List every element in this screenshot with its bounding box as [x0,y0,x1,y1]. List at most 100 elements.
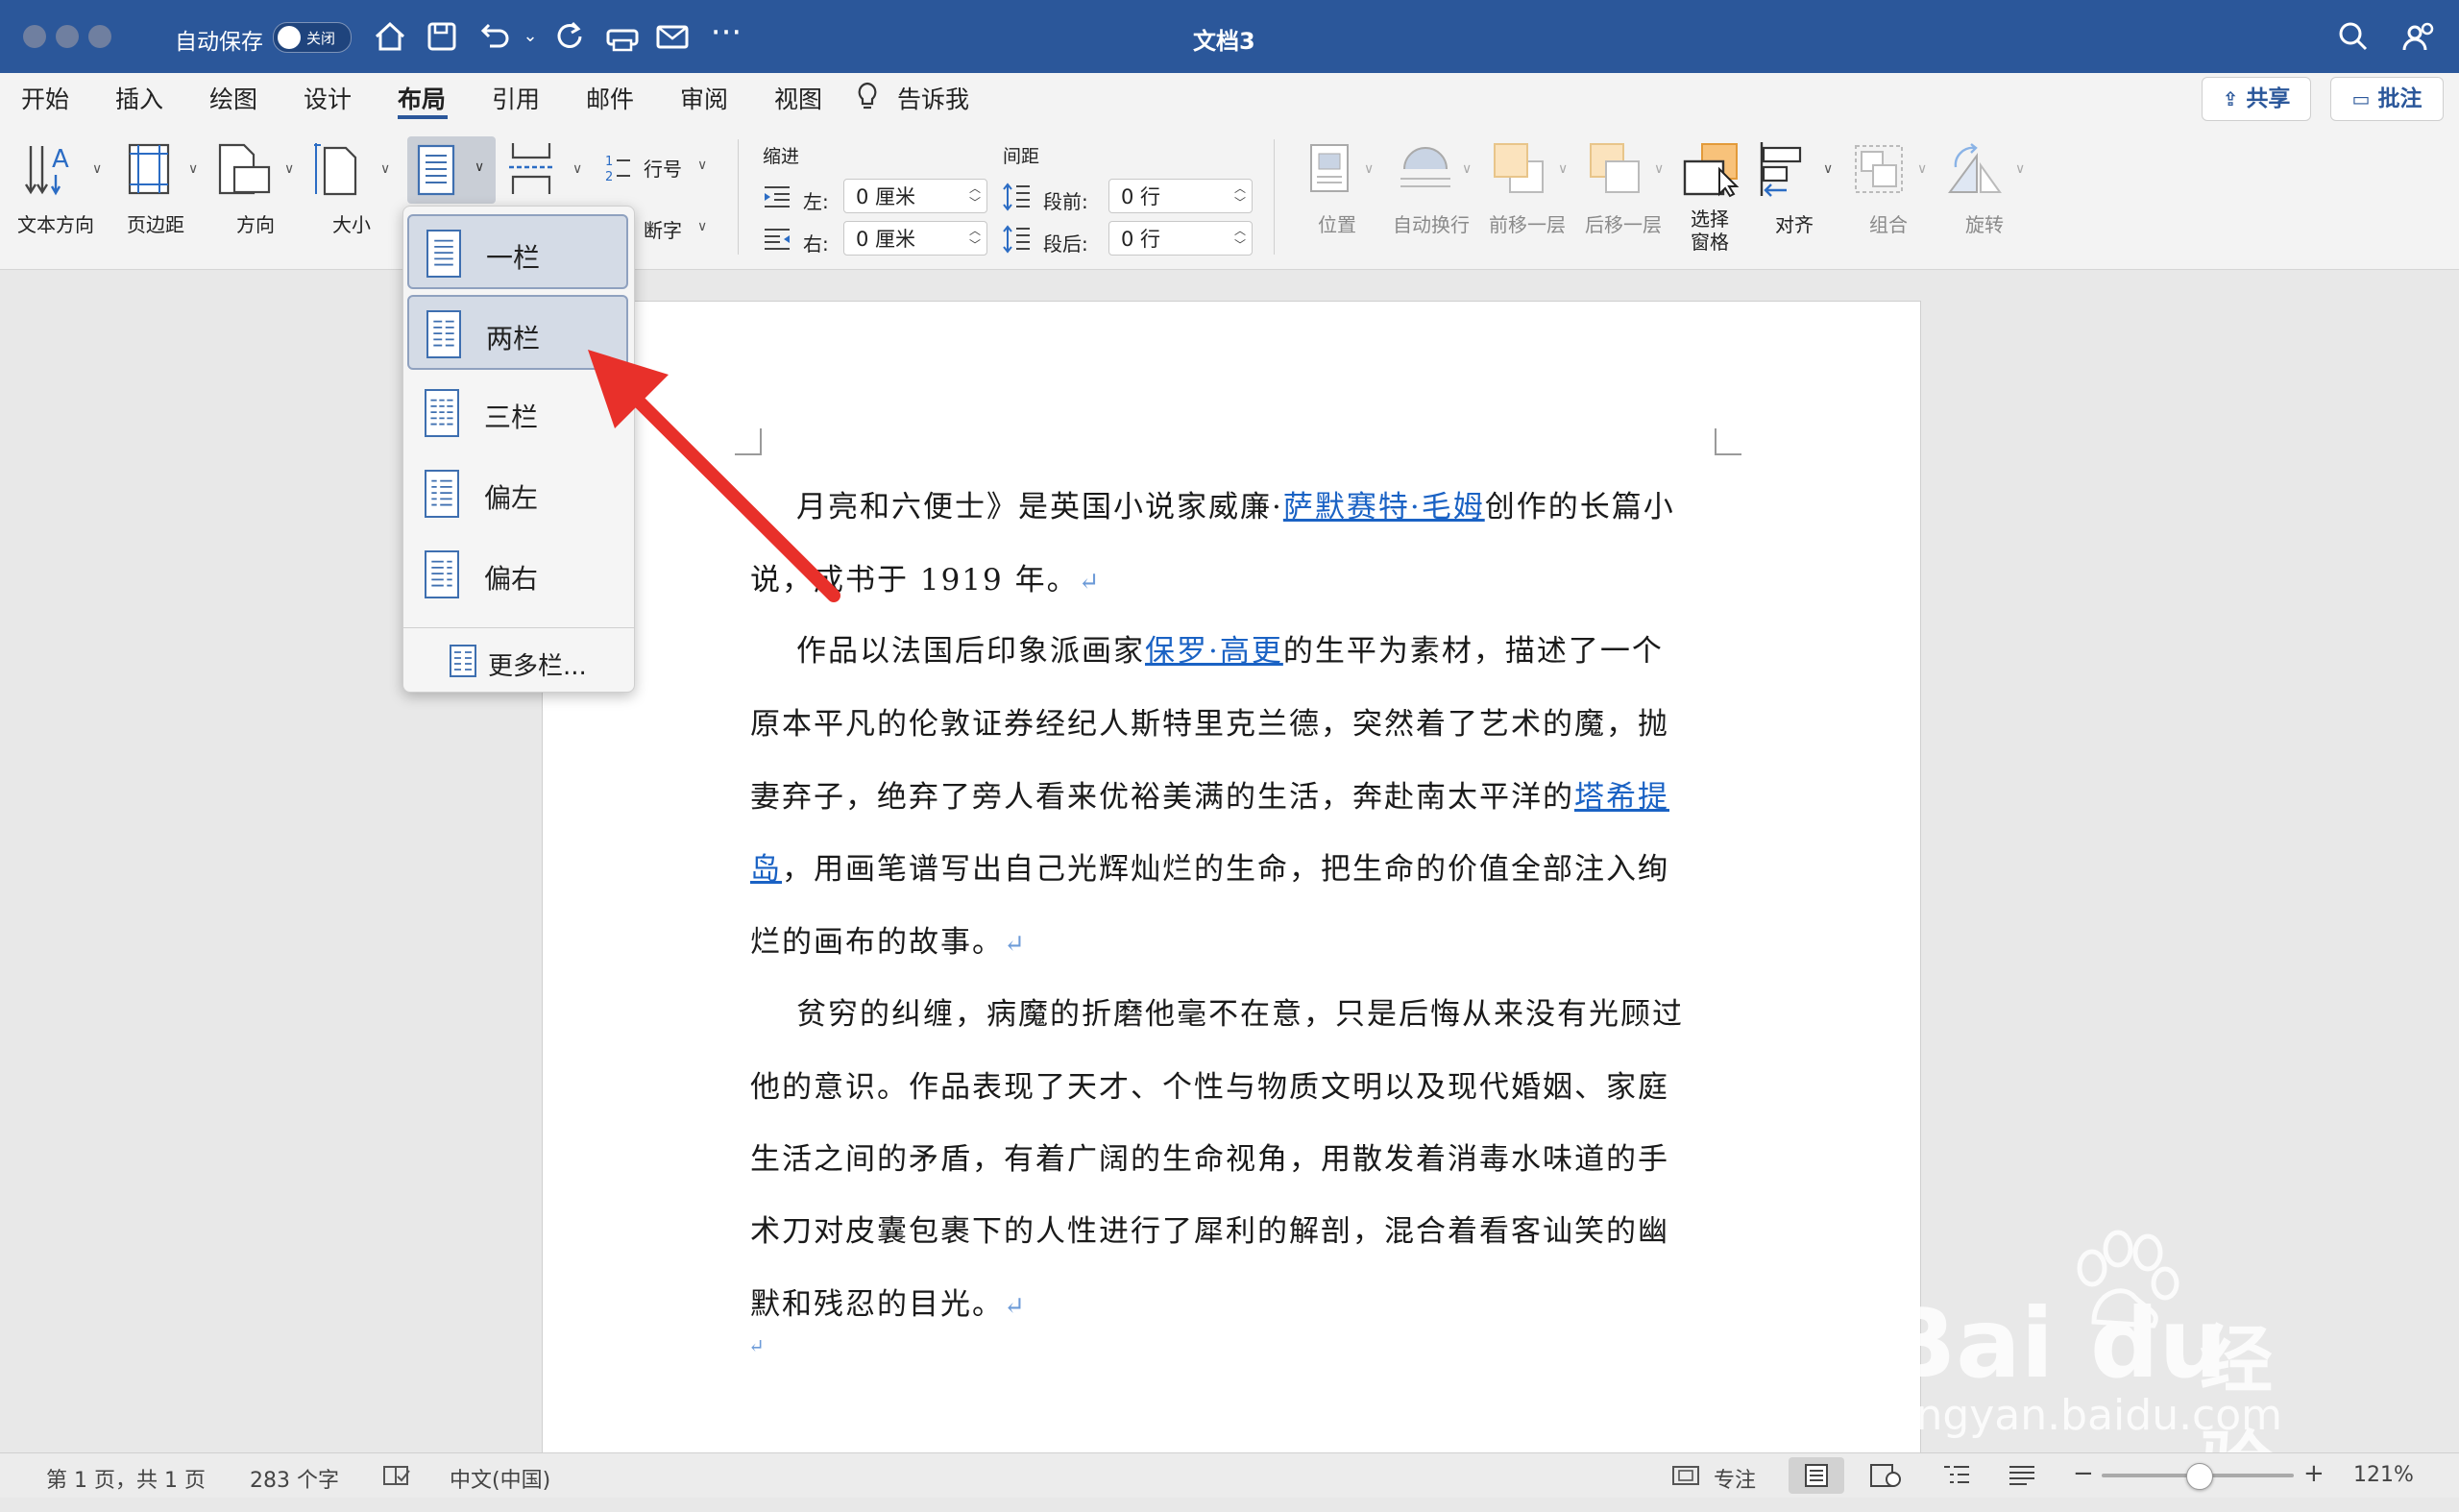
line-numbers-label[interactable]: 行号 [644,154,682,182]
two-columns-icon [426,310,461,358]
text-run: 烂的画布的故事。 [750,925,1004,960]
menu-divider [403,627,634,628]
zoom-level[interactable]: 121% [2353,1463,2414,1487]
tab-insert[interactable]: 插入 [115,81,163,115]
more-icon[interactable]: ··· [707,13,745,52]
chevron-down-icon[interactable]: ∨ [1462,161,1472,177]
draft-view-icon[interactable] [2008,1463,2036,1488]
chevron-down-icon[interactable]: ∨ [380,161,390,177]
zoom-window-button[interactable] [88,25,111,48]
stepper-arrows-icon[interactable]: ︿ ﹀ [969,182,981,210]
spacing-after-field[interactable]: 0 行 ︿ ﹀ [1108,221,1253,256]
chevron-down-icon[interactable]: ∨ [1823,161,1833,177]
stepper-arrows-icon[interactable]: ︿ ﹀ [1234,182,1246,210]
chevron-down-icon[interactable]: ∨ [1558,161,1568,177]
text-direction-icon[interactable]: A [23,140,79,198]
selection-pane-icon[interactable] [1683,140,1742,198]
chevron-down-icon[interactable]: ∨ [2015,161,2025,177]
chevron-down-icon[interactable]: ∨ [697,219,707,234]
tab-home[interactable]: 开始 [21,81,69,115]
selection-pane-label: 选择 窗格 [1691,207,1729,254]
outline-view-icon[interactable] [1942,1463,1971,1488]
svg-text:A: A [52,145,69,174]
margins-icon[interactable] [127,142,171,196]
print-layout-view-button[interactable] [1789,1457,1844,1494]
undo-dropdown-icon[interactable]: ⌄ [511,17,549,56]
stepper-arrows-icon[interactable]: ︿ ﹀ [1234,224,1246,253]
document-page[interactable]: 月亮和六便士》是英国小说家威廉·萨默赛特·毛姆创作的长篇小 说，成书于 1919… [542,301,1921,1455]
text-run: 默和残忍的目光。 [750,1287,1004,1322]
save-icon[interactable] [423,17,461,56]
columns-option-one[interactable]: 一栏 [407,214,628,289]
tell-me-field[interactable]: 告诉我 [897,81,969,115]
undo-icon[interactable] [475,17,513,56]
home-icon[interactable] [371,17,409,56]
columns-option-left[interactable]: 偏左 [407,456,628,531]
size-icon[interactable] [313,140,361,198]
chevron-down-icon[interactable]: ∨ [1654,161,1664,177]
focus-icon[interactable] [1671,1465,1700,1486]
columns-button[interactable]: ∨ [407,136,496,204]
chevron-down-icon[interactable]: ∨ [188,161,198,177]
line-numbers-icon[interactable]: 12 [603,152,632,184]
tab-design[interactable]: 设计 [304,81,352,115]
proofing-icon[interactable] [382,1463,411,1488]
tab-layout[interactable]: 布局 [398,81,446,115]
paragraph-line: 默和残忍的目光。↵ [750,1280,1027,1323]
share-button[interactable]: ⇪ 共享 [2202,77,2311,121]
chevron-down-icon[interactable]: ∨ [1364,161,1374,177]
minimize-window-button[interactable] [56,25,79,48]
rotate-icon[interactable] [1946,142,2004,196]
columns-option-right[interactable]: 偏右 [407,537,628,612]
zoom-out-button[interactable]: − [2073,1459,2094,1488]
spacing-before-field[interactable]: 0 行 ︿ ﹀ [1108,179,1253,213]
focus-label[interactable]: 专注 [1714,1463,1756,1494]
chevron-down-icon[interactable]: ∨ [92,161,102,177]
selection-pane-label-1: 选择 [1691,207,1729,231]
align-icon[interactable] [1758,140,1812,198]
word-count[interactable]: 283 个字 [250,1463,339,1494]
bring-forward-icon[interactable] [1493,142,1546,196]
more-columns-label: 更多栏... [488,652,587,681]
redo-icon[interactable] [551,17,590,56]
breaks-icon[interactable] [507,140,555,198]
tab-references[interactable]: 引用 [492,81,540,115]
chevron-down-icon[interactable]: ∨ [572,161,582,177]
comments-button[interactable]: ▭ 批注 [2330,77,2444,121]
tab-draw[interactable]: 绘图 [209,81,257,115]
option-label: 一栏 [486,242,541,274]
tab-review[interactable]: 审阅 [680,81,728,115]
page-count[interactable]: 第 1 页，共 1 页 [46,1463,206,1494]
position-icon[interactable] [1308,142,1351,194]
language-indicator[interactable]: 中文(中国) [450,1463,550,1494]
print-icon[interactable] [603,17,642,56]
columns-option-three[interactable]: 三栏 [407,376,628,451]
more-columns-option[interactable]: 更多栏... [407,635,628,685]
chevron-down-icon[interactable]: ∨ [284,161,294,177]
hyphenation-label[interactable]: 断字 [644,215,682,243]
tab-view[interactable]: 视图 [774,81,822,115]
stepper-arrows-icon[interactable]: ︿ ﹀ [969,224,981,253]
web-layout-icon[interactable] [1869,1463,1902,1488]
hyperlink-tahiti[interactable]: 岛 [750,852,782,887]
group-icon[interactable] [1852,142,1906,196]
indent-left-field[interactable]: 0 厘米 ︿ ﹀ [843,179,987,213]
search-icon[interactable] [2334,17,2373,56]
orientation-icon[interactable] [217,142,273,196]
autosave-toggle[interactable]: 关闭 [273,22,352,53]
zoom-slider-thumb[interactable] [2186,1463,2213,1490]
columns-option-two[interactable]: 两栏 [407,295,628,370]
send-backward-icon[interactable] [1589,142,1643,196]
wrap-text-icon[interactable] [1399,144,1452,192]
hyperlink-gauguin[interactable]: 保罗·高更 [1145,634,1283,669]
zoom-in-button[interactable]: + [2303,1459,2325,1488]
account-icon[interactable] [2399,17,2438,56]
tab-mailings[interactable]: 邮件 [586,81,634,115]
chevron-down-icon[interactable]: ∨ [1917,161,1927,177]
hyperlink-maugham[interactable]: 萨默赛特·毛姆 [1283,490,1485,524]
hyperlink-tahiti[interactable]: 塔希提 [1574,780,1669,815]
chevron-down-icon[interactable]: ∨ [697,158,707,173]
indent-right-field[interactable]: 0 厘米 ︿ ﹀ [843,221,987,256]
close-window-button[interactable] [23,25,46,48]
email-icon[interactable] [653,17,692,56]
